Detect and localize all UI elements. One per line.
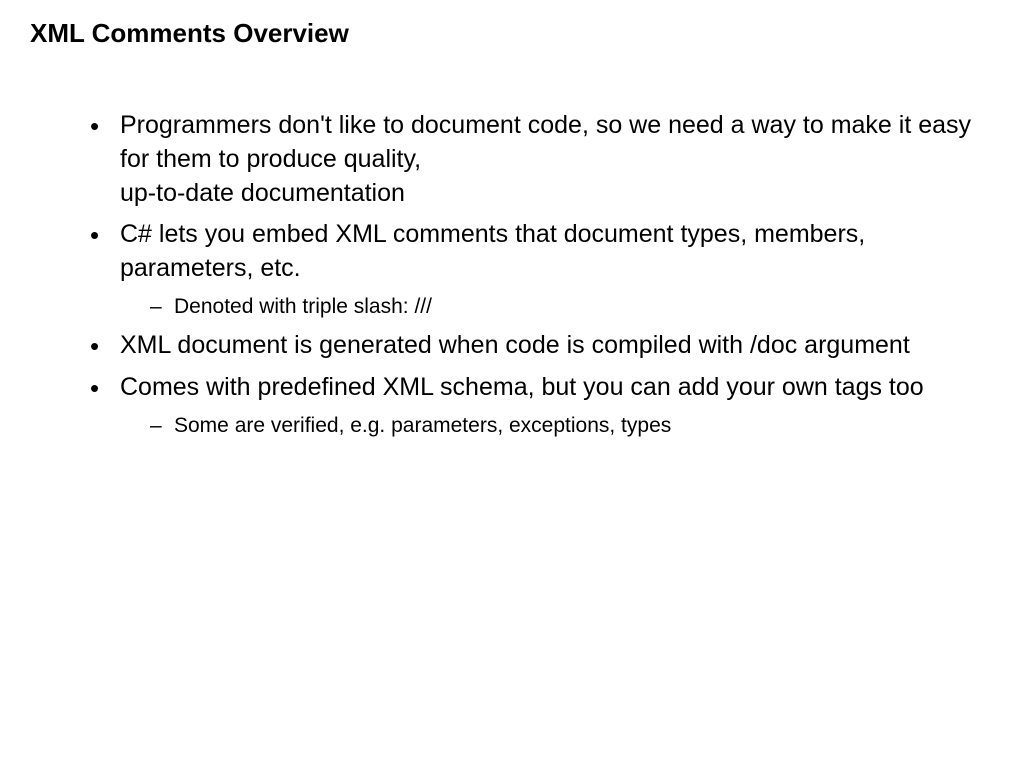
bullet-text: XML document is generated when code is c…	[120, 331, 910, 359]
list-item: Programmers don't like to document code,…	[90, 109, 994, 210]
list-item: Comes with predefined XML schema, but yo…	[90, 371, 994, 440]
bullet-text: Comes with predefined XML schema, but yo…	[120, 373, 924, 401]
slide-title: XML Comments Overview	[30, 18, 994, 49]
sub-list-item: Some are verified, e.g. parameters, exce…	[150, 411, 994, 440]
sub-list: Some are verified, e.g. parameters, exce…	[120, 411, 994, 440]
sub-list-item: Denoted with triple slash: ///	[150, 292, 994, 321]
bullet-text: up-to-date documentation	[120, 177, 994, 211]
sub-bullet-text: Denoted with triple slash: ///	[174, 295, 432, 318]
sub-list: Denoted with triple slash: ///	[120, 292, 994, 321]
bullet-list: Programmers don't like to document code,…	[30, 109, 994, 440]
bullet-text: C# lets you embed XML comments that docu…	[120, 220, 865, 282]
sub-bullet-text: Some are verified, e.g. parameters, exce…	[174, 414, 671, 437]
bullet-text: Programmers don't like to document code,…	[120, 111, 971, 173]
list-item: XML document is generated when code is c…	[90, 329, 994, 363]
list-item: C# lets you embed XML comments that docu…	[90, 218, 994, 321]
